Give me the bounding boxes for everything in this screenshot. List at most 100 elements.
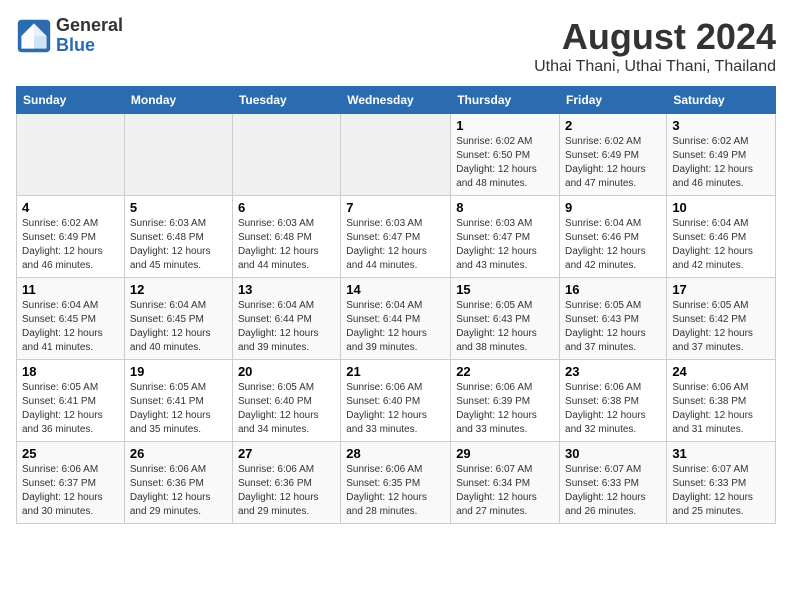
weekday-header-sunday: Sunday [17,87,125,114]
calendar-cell: 28 Sunrise: 6:06 AM Sunset: 6:35 PM Dayli… [341,442,451,524]
calendar-cell: 17Sunrise: 6:05 AM Sunset: 6:42 PM Dayli… [667,278,776,360]
day-info: Sunrise: 6:04 AM Sunset: 6:45 PM Dayligh… [22,299,119,355]
calendar-cell: 3Sunrise: 6:02 AM Sunset: 6:49 PM Daylig… [667,114,776,196]
day-number: 23 [565,364,661,379]
day-info: Sunrise: 6:04 AM Sunset: 6:44 PM Dayligh… [346,299,445,355]
calendar-cell: 30Sunrise: 6:07 AM Sunset: 6:33 PM Dayli… [560,442,667,524]
logo: General Blue [16,16,123,56]
day-info: Sunrise: 6:06 AM Sunset: 6:38 PM Dayligh… [672,381,770,437]
logo-line1: General [56,16,123,36]
calendar-cell: 2 Sunrise: 6:02 AM Sunset: 6:49 PM Daylig… [560,114,667,196]
day-info: Sunrise: 6:02 AM Sunset: 6:49 PM Dayligh… [22,217,119,273]
calendar-cell: 21Sunrise: 6:06 AM Sunset: 6:40 PM Dayli… [341,360,451,442]
calendar-cell: 29 Sunrise: 6:07 AM Sunset: 6:34 PM Dayli… [451,442,560,524]
calendar-cell [232,114,340,196]
weekday-header-tuesday: Tuesday [232,87,340,114]
day-number: 9 [565,200,661,215]
day-info: Sunrise: 6:05 AM Sunset: 6:43 PM Dayligh… [565,299,661,355]
day-number: 13 [238,282,335,297]
calendar-table: SundayMondayTuesdayWednesdayThursdayFrid… [16,86,776,524]
calendar-cell: 26 Sunrise: 6:06 AM Sunset: 6:36 PM Dayli… [124,442,232,524]
day-info: Sunrise: 6:05 AM Sunset: 6:43 PM Dayligh… [456,299,554,355]
day-number: 1 [456,118,554,133]
day-number: 19 [130,364,227,379]
calendar-cell: 6Sunrise: 6:03 AM Sunset: 6:48 PM Daylig… [232,196,340,278]
day-number: 31 [672,446,770,461]
day-info: Sunrise: 6:06 AM Sunset: 6:36 PM Dayligh… [238,463,335,519]
day-number: 21 [346,364,445,379]
calendar-week-row: 18 Sunrise: 6:05 AM Sunset: 6:41 PM Dayli… [17,360,776,442]
calendar-cell: 11Sunrise: 6:04 AM Sunset: 6:45 PM Dayli… [17,278,125,360]
title-section: August 2024 Uthai Thani, Uthai Thani, Th… [534,16,776,76]
calendar-cell: 1 Sunrise: 6:02 AM Sunset: 6:50 PM Daylig… [451,114,560,196]
day-number: 12 [130,282,227,297]
day-info: Sunrise: 6:06 AM Sunset: 6:36 PM Dayligh… [130,463,227,519]
main-title: August 2024 [534,16,776,58]
day-number: 14 [346,282,445,297]
day-number: 5 [130,200,227,215]
day-number: 4 [22,200,119,215]
calendar-cell: 4 Sunrise: 6:02 AM Sunset: 6:49 PM Daylig… [17,196,125,278]
day-info: Sunrise: 6:03 AM Sunset: 6:47 PM Dayligh… [346,217,445,273]
day-number: 15 [456,282,554,297]
day-info: Sunrise: 6:05 AM Sunset: 6:40 PM Dayligh… [238,381,335,437]
day-info: Sunrise: 6:06 AM Sunset: 6:38 PM Dayligh… [565,381,661,437]
day-number: 25 [22,446,119,461]
calendar-week-row: 25 Sunrise: 6:06 AM Sunset: 6:37 PM Dayli… [17,442,776,524]
page-header: General Blue August 2024 Uthai Thani, Ut… [16,16,776,76]
day-number: 8 [456,200,554,215]
day-number: 29 [456,446,554,461]
day-number: 24 [672,364,770,379]
calendar-cell: 31 Sunrise: 6:07 AM Sunset: 6:33 PM Dayli… [667,442,776,524]
subtitle: Uthai Thani, Uthai Thani, Thailand [534,58,776,76]
day-info: Sunrise: 6:05 AM Sunset: 6:41 PM Dayligh… [22,381,119,437]
calendar-week-row: 11Sunrise: 6:04 AM Sunset: 6:45 PM Dayli… [17,278,776,360]
weekday-header-wednesday: Wednesday [341,87,451,114]
day-info: Sunrise: 6:03 AM Sunset: 6:48 PM Dayligh… [238,217,335,273]
day-info: Sunrise: 6:06 AM Sunset: 6:35 PM Dayligh… [346,463,445,519]
day-number: 22 [456,364,554,379]
day-number: 18 [22,364,119,379]
calendar-cell: 27 Sunrise: 6:06 AM Sunset: 6:36 PM Dayli… [232,442,340,524]
day-number: 2 [565,118,661,133]
calendar-week-row: 1 Sunrise: 6:02 AM Sunset: 6:50 PM Daylig… [17,114,776,196]
day-info: Sunrise: 6:06 AM Sunset: 6:37 PM Dayligh… [22,463,119,519]
day-info: Sunrise: 6:07 AM Sunset: 6:33 PM Dayligh… [565,463,661,519]
weekday-header-saturday: Saturday [667,87,776,114]
calendar-cell: 19Sunrise: 6:05 AM Sunset: 6:41 PM Dayli… [124,360,232,442]
day-info: Sunrise: 6:06 AM Sunset: 6:39 PM Dayligh… [456,381,554,437]
calendar-cell: 25 Sunrise: 6:06 AM Sunset: 6:37 PM Dayli… [17,442,125,524]
day-number: 27 [238,446,335,461]
day-info: Sunrise: 6:04 AM Sunset: 6:46 PM Dayligh… [565,217,661,273]
weekday-header-row: SundayMondayTuesdayWednesdayThursdayFrid… [17,87,776,114]
day-info: Sunrise: 6:04 AM Sunset: 6:44 PM Dayligh… [238,299,335,355]
calendar-week-row: 4 Sunrise: 6:02 AM Sunset: 6:49 PM Daylig… [17,196,776,278]
day-info: Sunrise: 6:05 AM Sunset: 6:42 PM Dayligh… [672,299,770,355]
day-info: Sunrise: 6:04 AM Sunset: 6:45 PM Dayligh… [130,299,227,355]
day-info: Sunrise: 6:02 AM Sunset: 6:49 PM Dayligh… [565,135,661,191]
weekday-header-monday: Monday [124,87,232,114]
weekday-header-thursday: Thursday [451,87,560,114]
calendar-cell: 23 Sunrise: 6:06 AM Sunset: 6:38 PM Dayli… [560,360,667,442]
day-info: Sunrise: 6:07 AM Sunset: 6:33 PM Dayligh… [672,463,770,519]
day-number: 20 [238,364,335,379]
calendar-cell: 24 Sunrise: 6:06 AM Sunset: 6:38 PM Dayli… [667,360,776,442]
calendar-cell: 15 Sunrise: 6:05 AM Sunset: 6:43 PM Dayli… [451,278,560,360]
calendar-cell [17,114,125,196]
day-info: Sunrise: 6:07 AM Sunset: 6:34 PM Dayligh… [456,463,554,519]
day-info: Sunrise: 6:02 AM Sunset: 6:50 PM Dayligh… [456,135,554,191]
day-info: Sunrise: 6:04 AM Sunset: 6:46 PM Dayligh… [672,217,770,273]
calendar-cell: 20 Sunrise: 6:05 AM Sunset: 6:40 PM Dayli… [232,360,340,442]
day-number: 28 [346,446,445,461]
logo-line2: Blue [56,36,123,56]
day-number: 26 [130,446,227,461]
day-info: Sunrise: 6:03 AM Sunset: 6:47 PM Dayligh… [456,217,554,273]
calendar-cell: 18 Sunrise: 6:05 AM Sunset: 6:41 PM Dayli… [17,360,125,442]
weekday-header-friday: Friday [560,87,667,114]
day-number: 3 [672,118,770,133]
calendar-cell: 13 Sunrise: 6:04 AM Sunset: 6:44 PM Dayli… [232,278,340,360]
day-number: 7 [346,200,445,215]
calendar-cell: 16Sunrise: 6:05 AM Sunset: 6:43 PM Dayli… [560,278,667,360]
calendar-cell: 8 Sunrise: 6:03 AM Sunset: 6:47 PM Daylig… [451,196,560,278]
calendar-cell [124,114,232,196]
